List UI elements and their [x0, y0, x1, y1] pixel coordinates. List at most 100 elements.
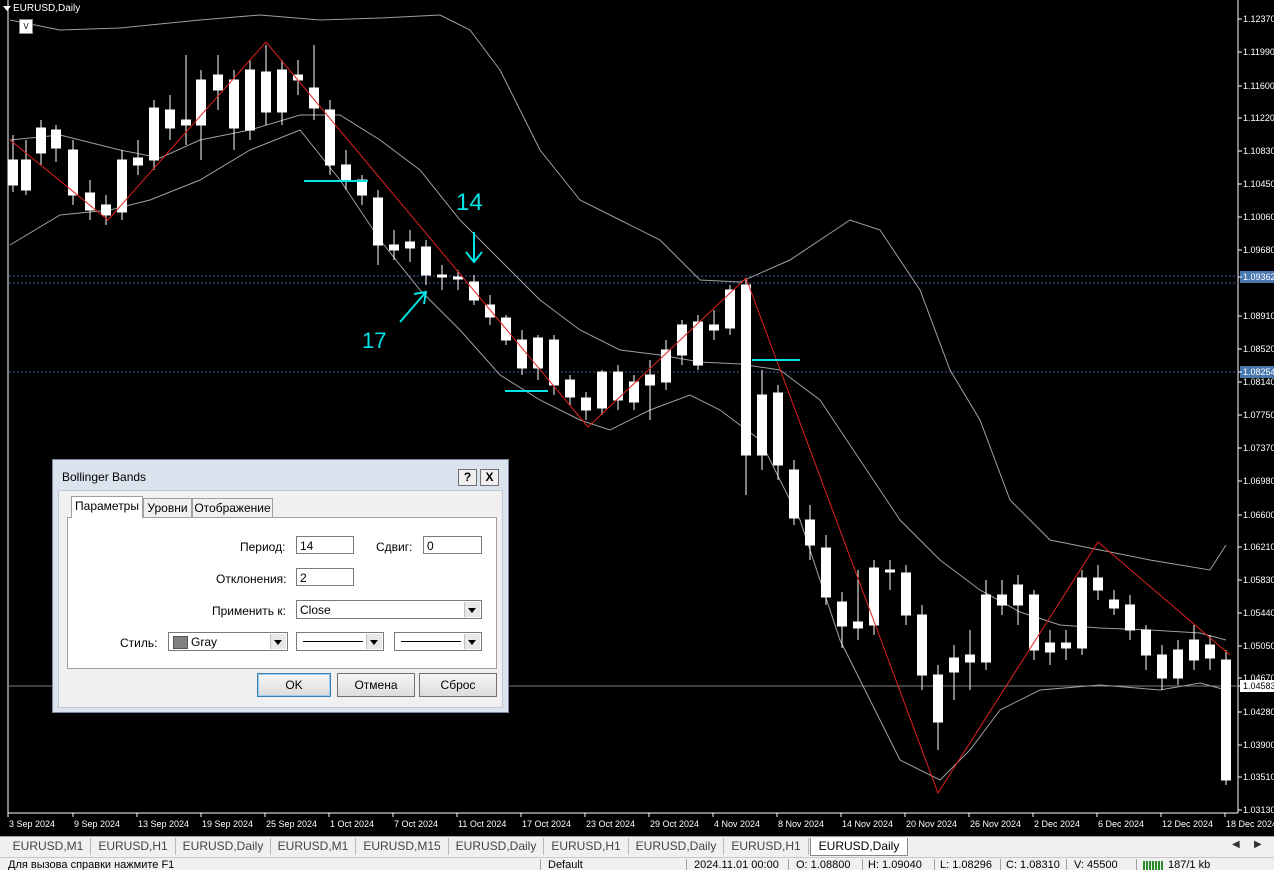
reset-button[interactable]: Сброс — [419, 673, 497, 697]
price-label: 1.03900 — [1243, 740, 1274, 750]
candle-body — [965, 654, 975, 663]
candle-body — [261, 71, 271, 113]
price-label: 1.06210 — [1243, 542, 1274, 552]
candle-body — [1157, 654, 1167, 679]
price-label: 1.11990 — [1243, 47, 1274, 57]
chart-menu-icon[interactable] — [3, 6, 11, 11]
price-label: 1.12370 — [1243, 14, 1274, 24]
candle-body — [1045, 642, 1055, 653]
candle-body — [693, 321, 703, 366]
chevron-down-icon[interactable] — [464, 634, 480, 649]
candle-body — [1189, 639, 1199, 661]
candle-body — [229, 79, 239, 129]
line-style-select[interactable] — [296, 632, 384, 651]
price-label: 1.08520 — [1243, 344, 1274, 354]
candle-body — [36, 127, 46, 154]
chart-tab[interactable]: EURUSD,M15 — [356, 838, 449, 855]
color-swatch — [173, 636, 188, 649]
status-bar: Для вызова справки нажмите F1 Default 20… — [0, 857, 1274, 870]
price-label: 1.05440 — [1243, 608, 1274, 618]
price-label: 1.10450 — [1243, 179, 1274, 189]
close-button[interactable]: X — [480, 469, 499, 486]
tab-scroll-right-icon[interactable]: ▶ — [1254, 839, 1262, 850]
candle-body — [1205, 644, 1215, 659]
line-width-preview — [401, 641, 461, 642]
candle-body — [757, 394, 767, 456]
period-label: Период: — [240, 540, 286, 554]
tab-levels[interactable]: Уровни — [143, 498, 192, 517]
cancel-button[interactable]: Отмена — [337, 673, 415, 697]
price-label: 1.09680 — [1243, 245, 1274, 255]
chevron-down-icon[interactable] — [270, 634, 286, 649]
bollinger-bands-dialog: Bollinger Bands ? X Параметры Уровни Ото… — [52, 459, 509, 713]
candle-body — [741, 284, 751, 456]
apply-to-select[interactable]: Close — [296, 600, 482, 619]
chart-tab-active[interactable]: EURUSD,Daily — [810, 838, 908, 856]
candle-body — [8, 159, 18, 186]
candle-body — [901, 572, 911, 616]
line-width-select[interactable] — [394, 632, 482, 651]
chart-tab[interactable]: EURUSD,Daily — [449, 838, 544, 855]
apply-to-value: Close — [300, 603, 331, 617]
chevron-down-icon[interactable] — [464, 602, 480, 617]
status-high: H: 1.09040 — [868, 859, 922, 870]
price-label: 1.03130 — [1243, 805, 1274, 815]
date-label: 13 Sep 2024 — [138, 819, 189, 829]
candle-body — [101, 204, 111, 216]
shift-input[interactable]: 0 — [423, 536, 482, 554]
candle-body — [789, 469, 799, 519]
chevron-down-icon[interactable] — [366, 634, 382, 649]
candle-body — [341, 164, 351, 181]
status-profile: Default — [548, 859, 583, 870]
apply-to-label: Применить к: — [212, 604, 286, 618]
chart-tab[interactable]: EURUSD,Daily — [176, 838, 271, 855]
candle-body — [981, 594, 991, 663]
candle-body — [1013, 584, 1023, 606]
date-label: 25 Sep 2024 — [266, 819, 317, 829]
candle-body — [997, 594, 1007, 606]
price-label: 1.11600 — [1243, 81, 1274, 91]
candle-body — [1077, 577, 1087, 649]
chart-tab[interactable]: EURUSD,M1 — [271, 838, 356, 855]
candle-body — [949, 657, 959, 673]
period-input[interactable]: 14 — [296, 536, 354, 554]
candle-body — [885, 569, 895, 573]
candle-body — [21, 159, 31, 191]
price-label: 1.04583 — [1243, 681, 1274, 691]
tab-display[interactable]: Отображение — [192, 498, 273, 517]
candle-body — [709, 324, 719, 331]
candle-body — [677, 324, 687, 356]
price-label: 1.10830 — [1243, 146, 1274, 156]
price-label: 1.08254 — [1243, 367, 1274, 377]
date-label: 11 Oct 2024 — [458, 819, 506, 829]
price-label: 1.07750 — [1243, 410, 1274, 420]
deviation-input[interactable]: 2 — [296, 568, 354, 586]
indicator-toggle-icon[interactable]: V — [19, 19, 33, 34]
chart-tab[interactable]: EURUSD,H1 — [724, 838, 809, 855]
candle-body — [453, 276, 463, 280]
ok-button[interactable]: OK — [257, 673, 331, 697]
chart-tab[interactable]: EURUSD,Daily — [629, 838, 724, 855]
chart-tab[interactable]: EURUSD,M1 — [6, 838, 91, 855]
status-open: O: 1.08800 — [796, 859, 851, 870]
candle-body — [165, 109, 175, 129]
candle-body — [309, 87, 319, 109]
deviation-label: Отклонения: — [216, 572, 287, 586]
tab-parameters[interactable]: Параметры — [71, 496, 143, 518]
price-label: 1.10060 — [1243, 212, 1274, 222]
price-label: 1.05830 — [1243, 575, 1274, 585]
style-color-select[interactable]: Gray — [168, 632, 288, 651]
help-button[interactable]: ? — [458, 469, 477, 486]
candle-body — [421, 246, 431, 276]
tab-scroll-left-icon[interactable]: ◀ — [1232, 839, 1240, 850]
chart-tab[interactable]: EURUSD,H1 — [544, 838, 629, 855]
shift-label: Сдвиг: — [376, 540, 413, 554]
date-label: 19 Sep 2024 — [202, 819, 253, 829]
line-style-preview — [303, 641, 363, 642]
price-label: 1.06600 — [1243, 510, 1274, 520]
candle-body — [549, 339, 559, 386]
chart-tab[interactable]: EURUSD,H1 — [91, 838, 176, 855]
dialog-title: Bollinger Bands — [62, 470, 147, 484]
date-label: 12 Dec 2024 — [1162, 819, 1213, 829]
candle-body — [1141, 629, 1151, 656]
